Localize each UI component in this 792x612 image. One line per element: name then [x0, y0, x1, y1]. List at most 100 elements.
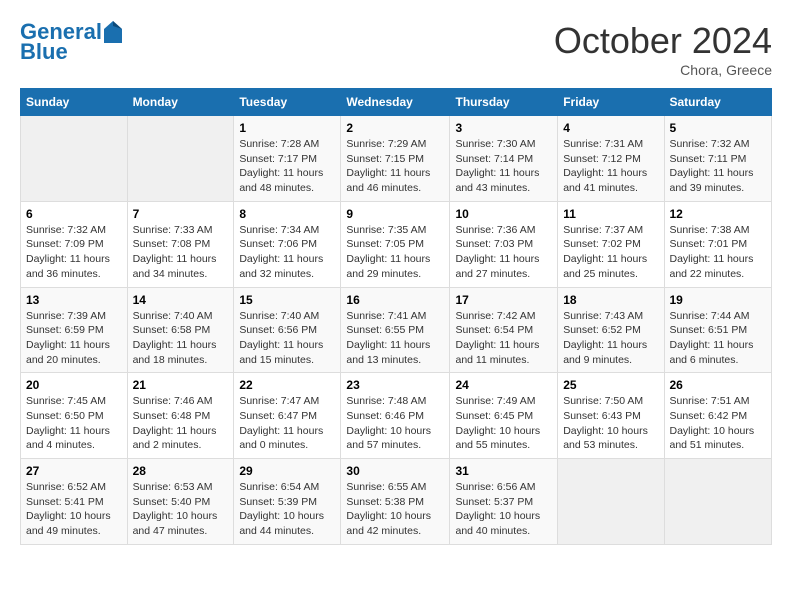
day-number: 16: [346, 293, 444, 307]
day-detail: Sunrise: 7:49 AM Sunset: 6:45 PM Dayligh…: [455, 394, 552, 453]
day-detail: Sunrise: 7:47 AM Sunset: 6:47 PM Dayligh…: [239, 394, 335, 453]
day-number: 18: [563, 293, 658, 307]
day-detail: Sunrise: 7:46 AM Sunset: 6:48 PM Dayligh…: [133, 394, 229, 453]
day-cell: 8 Sunrise: 7:34 AM Sunset: 7:06 PM Daylig…: [234, 201, 341, 287]
day-cell: 14Sunrise: 7:40 AM Sunset: 6:58 PM Dayli…: [127, 287, 234, 373]
day-cell: 31Sunrise: 6:56 AM Sunset: 5:37 PM Dayli…: [450, 459, 558, 545]
day-header-thursday: Thursday: [450, 89, 558, 116]
day-detail: Sunrise: 7:34 AM Sunset: 7:06 PM Dayligh…: [239, 223, 335, 282]
week-row-3: 13 Sunrise: 7:39 AM Sunset: 6:59 PM Dayli…: [21, 287, 772, 373]
day-number: 6: [26, 207, 122, 221]
day-cell: 21Sunrise: 7:46 AM Sunset: 6:48 PM Dayli…: [127, 373, 234, 459]
day-header-monday: Monday: [127, 89, 234, 116]
week-row-4: 20 Sunrise: 7:45 AM Sunset: 6:50 PM Dayli…: [21, 373, 772, 459]
day-cell: 16 Sunrise: 7:41 AM Sunset: 6:55 PM Dayli…: [341, 287, 450, 373]
day-detail: Sunrise: 7:51 AM Sunset: 6:42 PM Dayligh…: [670, 394, 767, 453]
day-cell: 30 Sunrise: 6:55 AM Sunset: 5:38 PM Dayli…: [341, 459, 450, 545]
day-cell: 24Sunrise: 7:49 AM Sunset: 6:45 PM Dayli…: [450, 373, 558, 459]
day-number: 7: [133, 207, 229, 221]
day-cell: 13 Sunrise: 7:39 AM Sunset: 6:59 PM Dayli…: [21, 287, 128, 373]
day-cell: 26 Sunrise: 7:51 AM Sunset: 6:42 PM Dayli…: [664, 373, 772, 459]
day-detail: Sunrise: 7:31 AM Sunset: 7:12 PM Dayligh…: [563, 137, 658, 196]
day-detail: Sunrise: 7:39 AM Sunset: 6:59 PM Dayligh…: [26, 309, 122, 368]
day-header-friday: Friday: [558, 89, 664, 116]
day-number: 29: [239, 464, 335, 478]
day-detail: Sunrise: 7:45 AM Sunset: 6:50 PM Dayligh…: [26, 394, 122, 453]
day-number: 9: [346, 207, 444, 221]
day-number: 15: [239, 293, 335, 307]
day-cell: 4 Sunrise: 7:31 AM Sunset: 7:12 PM Daylig…: [558, 116, 664, 202]
day-number: 5: [670, 121, 767, 135]
day-number: 11: [563, 207, 658, 221]
month-title: October 2024: [554, 20, 772, 62]
day-detail: Sunrise: 7:50 AM Sunset: 6:43 PM Dayligh…: [563, 394, 658, 453]
day-number: 20: [26, 378, 122, 392]
day-detail: Sunrise: 6:53 AM Sunset: 5:40 PM Dayligh…: [133, 480, 229, 539]
day-detail: Sunrise: 7:40 AM Sunset: 6:56 PM Dayligh…: [239, 309, 335, 368]
logo-icon: [104, 21, 122, 43]
day-detail: Sunrise: 7:40 AM Sunset: 6:58 PM Dayligh…: [133, 309, 229, 368]
day-cell: 27 Sunrise: 6:52 AM Sunset: 5:41 PM Dayli…: [21, 459, 128, 545]
logo: General Blue: [20, 20, 122, 64]
day-number: 4: [563, 121, 658, 135]
day-number: 19: [670, 293, 767, 307]
day-detail: Sunrise: 6:52 AM Sunset: 5:41 PM Dayligh…: [26, 480, 122, 539]
day-number: 27: [26, 464, 122, 478]
day-cell: 5Sunrise: 7:32 AM Sunset: 7:11 PM Daylig…: [664, 116, 772, 202]
day-cell: [558, 459, 664, 545]
week-row-2: 6 Sunrise: 7:32 AM Sunset: 7:09 PM Daylig…: [21, 201, 772, 287]
day-cell: 29 Sunrise: 6:54 AM Sunset: 5:39 PM Dayli…: [234, 459, 341, 545]
day-detail: Sunrise: 7:36 AM Sunset: 7:03 PM Dayligh…: [455, 223, 552, 282]
day-number: 1: [239, 121, 335, 135]
day-detail: Sunrise: 7:33 AM Sunset: 7:08 PM Dayligh…: [133, 223, 229, 282]
day-cell: 9 Sunrise: 7:35 AM Sunset: 7:05 PM Daylig…: [341, 201, 450, 287]
day-cell: 1 Sunrise: 7:28 AM Sunset: 7:17 PM Daylig…: [234, 116, 341, 202]
day-detail: Sunrise: 7:30 AM Sunset: 7:14 PM Dayligh…: [455, 137, 552, 196]
day-detail: Sunrise: 7:32 AM Sunset: 7:09 PM Dayligh…: [26, 223, 122, 282]
day-cell: 23 Sunrise: 7:48 AM Sunset: 6:46 PM Dayli…: [341, 373, 450, 459]
day-cell: 3 Sunrise: 7:30 AM Sunset: 7:14 PM Daylig…: [450, 116, 558, 202]
day-header-saturday: Saturday: [664, 89, 772, 116]
day-cell: 22 Sunrise: 7:47 AM Sunset: 6:47 PM Dayli…: [234, 373, 341, 459]
day-detail: Sunrise: 7:48 AM Sunset: 6:46 PM Dayligh…: [346, 394, 444, 453]
day-cell: 19 Sunrise: 7:44 AM Sunset: 6:51 PM Dayli…: [664, 287, 772, 373]
calendar-table: SundayMondayTuesdayWednesdayThursdayFrid…: [20, 88, 772, 545]
day-number: 30: [346, 464, 444, 478]
day-number: 22: [239, 378, 335, 392]
day-number: 12: [670, 207, 767, 221]
day-detail: Sunrise: 6:54 AM Sunset: 5:39 PM Dayligh…: [239, 480, 335, 539]
day-cell: 25 Sunrise: 7:50 AM Sunset: 6:43 PM Dayli…: [558, 373, 664, 459]
day-number: 26: [670, 378, 767, 392]
day-cell: 28 Sunrise: 6:53 AM Sunset: 5:40 PM Dayli…: [127, 459, 234, 545]
day-number: 8: [239, 207, 335, 221]
day-detail: Sunrise: 7:35 AM Sunset: 7:05 PM Dayligh…: [346, 223, 444, 282]
day-number: 17: [455, 293, 552, 307]
week-row-5: 27 Sunrise: 6:52 AM Sunset: 5:41 PM Dayli…: [21, 459, 772, 545]
day-detail: Sunrise: 7:42 AM Sunset: 6:54 PM Dayligh…: [455, 309, 552, 368]
day-number: 23: [346, 378, 444, 392]
day-header-sunday: Sunday: [21, 89, 128, 116]
day-cell: [664, 459, 772, 545]
day-cell: 7 Sunrise: 7:33 AM Sunset: 7:08 PM Daylig…: [127, 201, 234, 287]
title-area: October 2024 Chora, Greece: [554, 20, 772, 78]
week-row-1: 1 Sunrise: 7:28 AM Sunset: 7:17 PM Daylig…: [21, 116, 772, 202]
location: Chora, Greece: [554, 62, 772, 78]
day-cell: [127, 116, 234, 202]
day-detail: Sunrise: 7:28 AM Sunset: 7:17 PM Dayligh…: [239, 137, 335, 196]
day-detail: Sunrise: 7:41 AM Sunset: 6:55 PM Dayligh…: [346, 309, 444, 368]
day-number: 13: [26, 293, 122, 307]
day-cell: 18 Sunrise: 7:43 AM Sunset: 6:52 PM Dayli…: [558, 287, 664, 373]
day-detail: Sunrise: 7:43 AM Sunset: 6:52 PM Dayligh…: [563, 309, 658, 368]
day-number: 2: [346, 121, 444, 135]
day-number: 10: [455, 207, 552, 221]
day-cell: 2 Sunrise: 7:29 AM Sunset: 7:15 PM Daylig…: [341, 116, 450, 202]
day-cell: 20 Sunrise: 7:45 AM Sunset: 6:50 PM Dayli…: [21, 373, 128, 459]
day-cell: 10 Sunrise: 7:36 AM Sunset: 7:03 PM Dayli…: [450, 201, 558, 287]
day-detail: Sunrise: 7:29 AM Sunset: 7:15 PM Dayligh…: [346, 137, 444, 196]
day-detail: Sunrise: 7:37 AM Sunset: 7:02 PM Dayligh…: [563, 223, 658, 282]
day-number: 25: [563, 378, 658, 392]
day-number: 3: [455, 121, 552, 135]
day-detail: Sunrise: 6:55 AM Sunset: 5:38 PM Dayligh…: [346, 480, 444, 539]
day-detail: Sunrise: 7:44 AM Sunset: 6:51 PM Dayligh…: [670, 309, 767, 368]
day-number: 28: [133, 464, 229, 478]
